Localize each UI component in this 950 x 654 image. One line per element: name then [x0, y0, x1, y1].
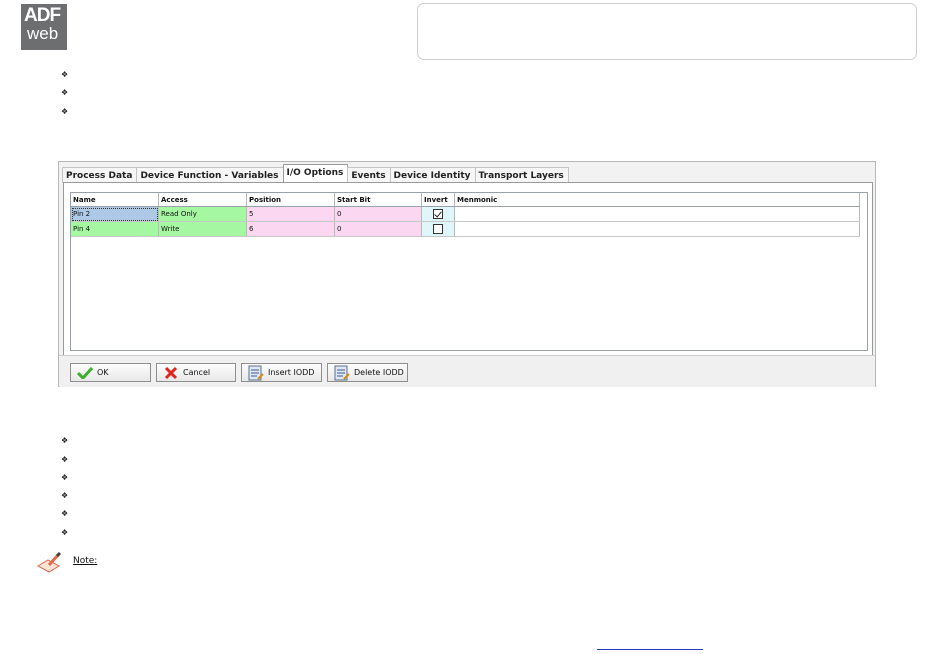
io-options-dialog: Process Data Device Function - Variables…: [58, 161, 876, 387]
logo-text-bottom: web: [27, 24, 59, 43]
tab-io-options[interactable]: I/O Options: [282, 164, 349, 182]
column-header-invert[interactable]: Invert: [421, 193, 455, 207]
column-header-access[interactable]: Access: [158, 193, 247, 207]
bullet-icon: ❖: [61, 88, 69, 97]
insert-iodd-button[interactable]: Insert IODD: [241, 363, 322, 382]
invert-checkbox[interactable]: [433, 209, 443, 219]
cross-icon: [163, 365, 179, 381]
io-options-panel: Name Access Position Start Bit Invert Me…: [63, 182, 873, 356]
bullet-icon: ❖: [61, 455, 69, 464]
cancel-button[interactable]: Cancel: [156, 363, 236, 382]
tab-device-function-variables[interactable]: Device Function - Variables: [136, 167, 284, 183]
bullet-icon: ❖: [61, 509, 69, 518]
delete-iodd-label: Delete IODD: [354, 368, 404, 377]
note-pencil-icon: [36, 551, 63, 573]
button-bar: OK Cancel Insert IODD Delete IODD: [59, 355, 875, 387]
note-label: Note:: [73, 556, 98, 566]
io-options-grid: Name Access Position Start Bit Invert Me…: [70, 192, 868, 351]
tab-strip: Process Data Device Function - Variables…: [62, 164, 569, 183]
header-box: [417, 3, 917, 60]
cell-name[interactable]: Pin 2: [71, 206, 159, 222]
insert-document-icon: [248, 365, 264, 381]
footer-link[interactable]: [597, 638, 703, 650]
column-header-position[interactable]: Position: [246, 193, 335, 207]
cell-access[interactable]: Write: [158, 221, 247, 237]
cell-name[interactable]: Pin 4: [71, 221, 159, 237]
cell-mnemonic[interactable]: [454, 221, 860, 237]
cell-invert: [421, 206, 455, 222]
cell-invert: [421, 221, 455, 237]
table-row[interactable]: Pin 2 Read Only 5 0: [71, 206, 860, 222]
cell-position[interactable]: 6: [246, 221, 335, 237]
bullet-icon: ❖: [61, 70, 69, 79]
ok-label: OK: [97, 368, 109, 377]
bullet-icon: ❖: [61, 491, 69, 500]
cell-mnemonic[interactable]: [454, 206, 860, 222]
cell-position[interactable]: 5: [246, 206, 335, 222]
column-header-start-bit[interactable]: Start Bit: [334, 193, 422, 207]
insert-iodd-label: Insert IODD: [268, 368, 315, 377]
adfweb-logo: ADF web: [21, 4, 67, 50]
invert-checkbox[interactable]: [433, 224, 443, 234]
checkmark-icon: [77, 365, 93, 381]
table-row[interactable]: Pin 4 Write 6 0: [71, 221, 860, 237]
tab-transport-layers[interactable]: Transport Layers: [474, 167, 569, 183]
cancel-label: Cancel: [183, 368, 211, 377]
ok-button[interactable]: OK: [70, 363, 151, 382]
cell-start-bit[interactable]: 0: [334, 206, 422, 222]
bullet-icon: ❖: [61, 107, 69, 116]
tab-device-identity[interactable]: Device Identity: [389, 167, 476, 183]
cell-start-bit[interactable]: 0: [334, 221, 422, 237]
tab-events[interactable]: Events: [347, 167, 391, 183]
column-header-mnemonic[interactable]: Menmonic: [454, 193, 860, 207]
delete-document-icon: [334, 365, 350, 381]
column-header-name[interactable]: Name: [71, 193, 159, 207]
delete-iodd-button[interactable]: Delete IODD: [327, 363, 408, 382]
tab-process-data[interactable]: Process Data: [62, 167, 138, 183]
bullet-icon: ❖: [61, 473, 69, 482]
cell-access[interactable]: Read Only: [158, 206, 247, 222]
bullet-icon: ❖: [61, 436, 69, 445]
bullet-icon: ❖: [61, 528, 69, 537]
